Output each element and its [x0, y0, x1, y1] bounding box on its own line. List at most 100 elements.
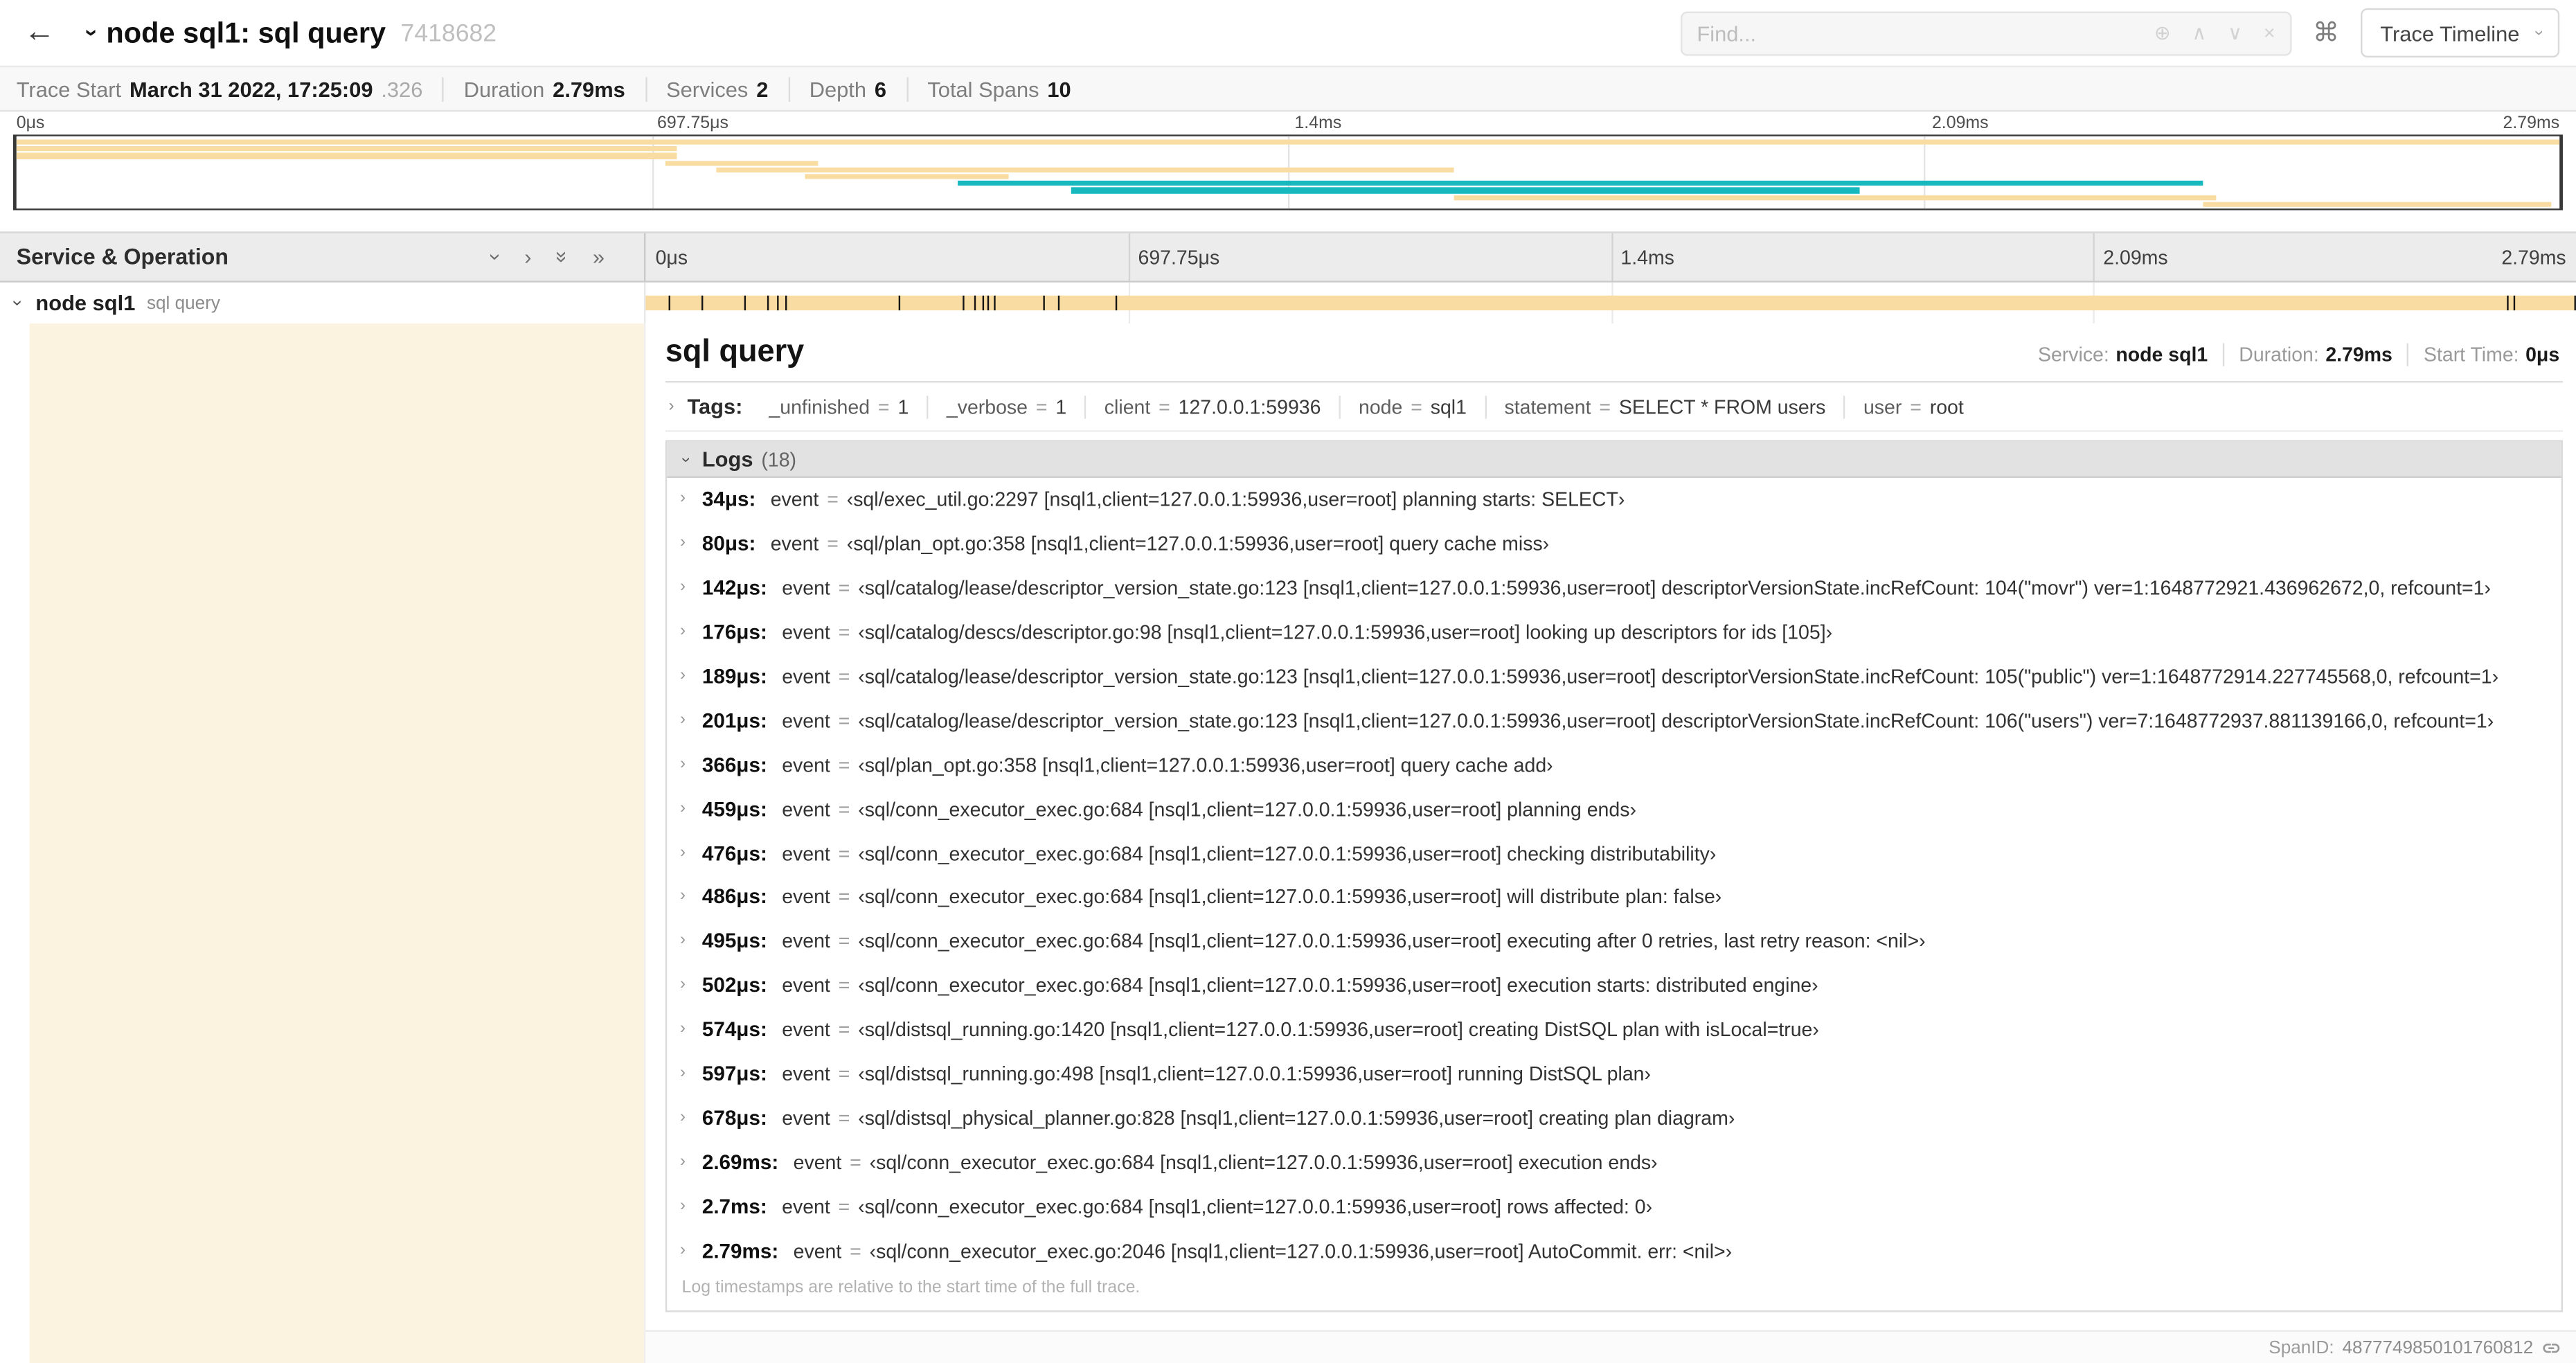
log-field-value: ‹sql/catalog/descs/descriptor.go:98 [nsq…	[858, 621, 1833, 644]
log-field-value: ‹sql/distsql_running.go:498 [nsql1,clien…	[858, 1062, 1651, 1086]
span-detail-stats: Service: node sql1 Duration: 2.79ms Start …	[2023, 343, 2563, 366]
collapse-controls: › › » »	[484, 247, 627, 268]
log-expander-icon[interactable]: ›	[680, 712, 686, 729]
log-row[interactable]: › 678μs: event = ‹sql/distsql_physical_p…	[667, 1096, 2561, 1141]
log-row[interactable]: › 574μs: event = ‹sql/distsql_running.go…	[667, 1008, 2561, 1052]
log-expander-icon[interactable]: ›	[680, 579, 686, 597]
log-expander-icon[interactable]: ›	[680, 491, 686, 508]
log-row[interactable]: › 502μs: event = ‹sql/conn_executor_exec…	[667, 963, 2561, 1008]
services-item: Services 2	[645, 76, 788, 101]
log-field-value: ‹sql/catalog/lease/descriptor_version_st…	[858, 665, 2499, 688]
tags-accordion[interactable]: › Tags: _unfinished = 1 _verbose = 1 client =…	[665, 382, 2563, 432]
collapse-one-level-icon[interactable]: ›	[524, 247, 531, 268]
circle-plus-icon[interactable]: ⊕	[2154, 21, 2171, 44]
log-field-value: ‹sql/conn_executor_exec.go:2046 [nsql1,c…	[869, 1239, 1733, 1263]
log-row[interactable]: › 459μs: event = ‹sql/conn_executor_exec…	[667, 787, 2561, 831]
log-row[interactable]: › 189μs: event = ‹sql/catalog/lease/desc…	[667, 654, 2561, 699]
trace-collapse-chevron-icon[interactable]: ›	[80, 29, 106, 37]
log-row[interactable]: › 495μs: event = ‹sql/conn_executor_exec…	[667, 920, 2561, 964]
minimap-canvas[interactable]	[12, 134, 2563, 211]
minimap-span	[16, 153, 678, 159]
log-expander-icon[interactable]: ›	[680, 889, 686, 906]
expand-one-level-icon[interactable]: ›	[484, 253, 509, 260]
log-equals: =	[838, 797, 850, 821]
log-row[interactable]: › 2.69ms: event = ‹sql/conn_executor_exe…	[667, 1140, 2561, 1184]
log-equals: =	[838, 974, 850, 997]
gridline	[1128, 233, 1130, 281]
log-expander-icon[interactable]: ›	[680, 1065, 686, 1083]
log-row[interactable]: › 201μs: event = ‹sql/catalog/lease/desc…	[667, 699, 2561, 743]
span-row-timeline-cell[interactable]	[645, 282, 2576, 324]
log-expander-icon[interactable]: ›	[680, 844, 686, 862]
log-time: 495μs:	[701, 929, 767, 954]
minimap-tick-row: 0μs 697.75μs 1.4ms 2.09ms 2.79ms	[13, 114, 2563, 135]
log-expander-icon[interactable]: ›	[680, 1153, 686, 1170]
log-field-key: event	[782, 576, 830, 600]
log-row[interactable]: › 142μs: event = ‹sql/catalog/lease/desc…	[667, 567, 2561, 611]
tag: node = sql1	[1339, 395, 1485, 418]
log-field-value: ‹sql/plan_opt.go:358 [nsql1,client=127.0…	[858, 753, 1553, 777]
log-expander-icon[interactable]: ›	[680, 800, 686, 817]
back-button[interactable]: ←	[17, 10, 62, 55]
log-expander-icon[interactable]: ›	[680, 1197, 686, 1215]
log-expander-icon[interactable]: ›	[680, 977, 686, 994]
find-box: ⊕ ∧ ∨ ×	[1680, 10, 2292, 55]
span-row-name-cell[interactable]: › node sql1 sql query	[0, 282, 646, 324]
tag: statement = SELECT * FROM users	[1485, 395, 1843, 418]
span-bar[interactable]	[645, 295, 2576, 311]
prev-match-icon[interactable]: ∧	[2192, 21, 2206, 44]
log-row[interactable]: › 597μs: event = ‹sql/distsql_running.go…	[667, 1052, 2561, 1096]
span-detail-panel: sql query Service: node sql1 Duration: 2.7…	[645, 323, 2576, 1363]
log-field-key: event	[782, 1195, 830, 1218]
log-row[interactable]: › 2.7ms: event = ‹sql/conn_executor_exec…	[667, 1184, 2561, 1229]
link-icon[interactable]	[2541, 1337, 2561, 1357]
log-field-value: ‹sql/conn_executor_exec.go:684 [nsql1,cl…	[858, 797, 1636, 821]
log-expander-icon[interactable]: ›	[680, 1021, 686, 1038]
minimap-span	[16, 146, 678, 152]
log-marker	[963, 295, 965, 311]
log-expander-icon[interactable]: ›	[680, 1242, 686, 1259]
log-row[interactable]: › 34μs: event = ‹sql/exec_util.go:2297 […	[667, 478, 2561, 522]
log-expander-icon[interactable]: ›	[680, 668, 686, 685]
log-expander-icon[interactable]: ›	[680, 1109, 686, 1127]
log-field-value: ‹sql/conn_executor_exec.go:684 [nsql1,cl…	[858, 974, 1818, 997]
log-field-key: event	[782, 929, 830, 954]
tags-expander-icon[interactable]: ›	[669, 398, 674, 415]
log-expander-icon[interactable]: ›	[680, 623, 686, 641]
expand-all-icon[interactable]: »	[550, 251, 575, 263]
log-field-value: ‹sql/plan_opt.go:358 [nsql1,client=127.0…	[846, 533, 1550, 556]
log-expander-icon[interactable]: ›	[680, 932, 686, 950]
detail-row-highlight	[29, 323, 644, 1363]
minimap-gap	[0, 210, 2576, 232]
find-input[interactable]	[1697, 20, 2154, 46]
minimap-tick-label: 2.09ms	[1931, 113, 1989, 134]
minimap-span	[1071, 188, 1861, 193]
row-expander-icon[interactable]: ›	[7, 300, 26, 306]
log-row[interactable]: › 80μs: event = ‹sql/plan_opt.go:358 [ns…	[667, 522, 2561, 567]
detail-name-column	[0, 323, 646, 1363]
log-row[interactable]: › 476μs: event = ‹sql/conn_executor_exec…	[667, 831, 2561, 875]
log-expander-icon[interactable]: ›	[680, 756, 686, 774]
collapse-all-icon[interactable]: »	[593, 247, 605, 268]
log-field-key: event	[782, 797, 830, 821]
log-time: 366μs:	[701, 753, 767, 777]
clear-search-icon[interactable]: ×	[2264, 21, 2275, 44]
logs-expander-icon[interactable]: ›	[677, 456, 695, 462]
span-id-label: SpanID:	[2269, 1337, 2334, 1357]
logs-accordion-header[interactable]: › Logs (18)	[667, 441, 2561, 478]
log-expander-icon[interactable]: ›	[680, 535, 686, 553]
log-row[interactable]: › 486μs: event = ‹sql/conn_executor_exec…	[667, 875, 2561, 920]
trace-summary-bar: Trace Start March 31 2022, 17:25:09.326 …	[0, 65, 2576, 112]
keyboard-shortcuts-icon[interactable]: ⌘	[2313, 17, 2339, 49]
trace-view-select[interactable]: Trace Timeline ›	[2360, 8, 2560, 57]
log-marker	[1042, 295, 1045, 311]
log-marker	[981, 295, 984, 311]
log-row[interactable]: › 176μs: event = ‹sql/catalog/descs/desc…	[667, 610, 2561, 654]
log-marker	[701, 295, 703, 311]
log-row[interactable]: › 366μs: event = ‹sql/plan_opt.go:358 [n…	[667, 743, 2561, 787]
log-time: 476μs:	[701, 841, 767, 865]
log-row[interactable]: › 2.79ms: event = ‹sql/conn_executor_exe…	[667, 1229, 2561, 1273]
timeline-tick-label: 0μs	[655, 245, 688, 269]
next-match-icon[interactable]: ∨	[2228, 21, 2242, 44]
log-marker	[785, 295, 787, 311]
